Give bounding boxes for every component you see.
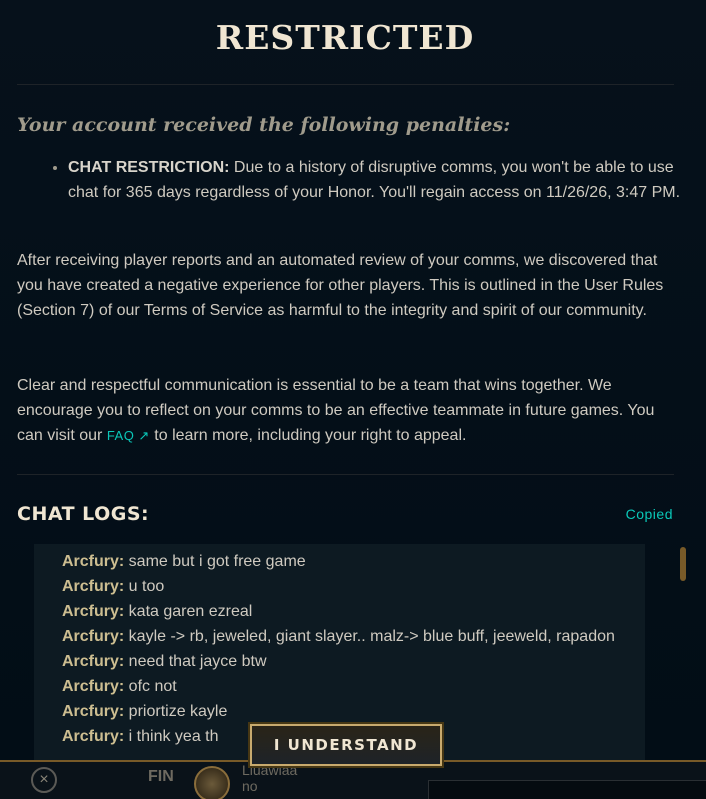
encouragement-paragraph: Clear and respectful communication is es… — [17, 373, 677, 448]
chat-log-user: Arcfury: — [62, 553, 125, 570]
chat-log-message: kayle -> rb, jeweled, giant slayer.. mal… — [124, 628, 615, 645]
chat-log-line: Arcfury: ofc not — [34, 674, 645, 699]
background-player-name: Liuawiaa no — [242, 762, 297, 794]
chat-log-user: Arcfury: — [62, 703, 125, 720]
chat-logs-scrollbar[interactable] — [680, 547, 686, 581]
chat-log-line: Arcfury: kata garen ezreal — [34, 599, 645, 624]
faq-link[interactable]: FAQ ↗ — [107, 428, 150, 443]
chat-log-line: Arcfury: need that jayce btw — [34, 649, 645, 674]
chat-log-message: u too — [124, 578, 165, 595]
chat-log-line: Arcfury: same but i got free game — [34, 549, 645, 574]
copied-status[interactable]: Copied — [626, 506, 673, 522]
penalty-label: CHAT RESTRICTION: — [68, 159, 230, 176]
avatar — [194, 766, 230, 799]
encouragement-text-end: to learn more, including your right to a… — [149, 427, 467, 444]
chat-log-message: priortize kayle — [124, 703, 228, 720]
chat-log-message: need that jayce btw — [124, 653, 267, 670]
top-divider — [17, 84, 674, 85]
chat-log-message: ofc not — [124, 678, 177, 695]
chat-log-user: Arcfury: — [62, 603, 125, 620]
chat-log-lines: Arcfury: same but i got free game Arcfur… — [34, 544, 645, 749]
chat-log-line: Arcfury: u too — [34, 574, 645, 599]
background-fin-label: FIN — [148, 768, 174, 785]
close-icon[interactable]: × — [31, 767, 57, 793]
chat-log-user: Arcfury: — [62, 678, 125, 695]
chat-log-user: Arcfury: — [62, 578, 125, 595]
explanation-paragraph: After receiving player reports and an au… — [17, 252, 664, 319]
chat-log-message: same but i got free game — [124, 553, 306, 570]
penalty-heading: Your account received the following pena… — [17, 114, 511, 136]
middle-divider — [17, 474, 674, 475]
penalty-list: CHAT RESTRICTION: Due to a history of di… — [48, 155, 698, 205]
chat-log-message: i think yea th — [124, 728, 219, 745]
i-understand-button[interactable]: I UNDERSTAND — [248, 722, 444, 768]
chat-log-user: Arcfury: — [62, 653, 125, 670]
chat-log-user: Arcfury: — [62, 728, 125, 745]
background-input-box — [428, 780, 706, 799]
modal-title: RESTRICTED — [215, 18, 475, 57]
chat-log-user: Arcfury: — [62, 628, 125, 645]
chat-logs-heading: CHAT LOGS: — [17, 503, 150, 525]
restriction-modal: RESTRICTED Your account received the fol… — [0, 0, 706, 760]
penalty-item: CHAT RESTRICTION: Due to a history of di… — [68, 155, 698, 205]
chat-log-line: Arcfury: kayle -> rb, jeweled, giant sla… — [34, 624, 645, 649]
chat-log-message: kata garen ezreal — [124, 603, 253, 620]
chat-log-line: Arcfury: priortize kayle — [34, 699, 645, 724]
player-sub-text: no — [242, 778, 258, 794]
